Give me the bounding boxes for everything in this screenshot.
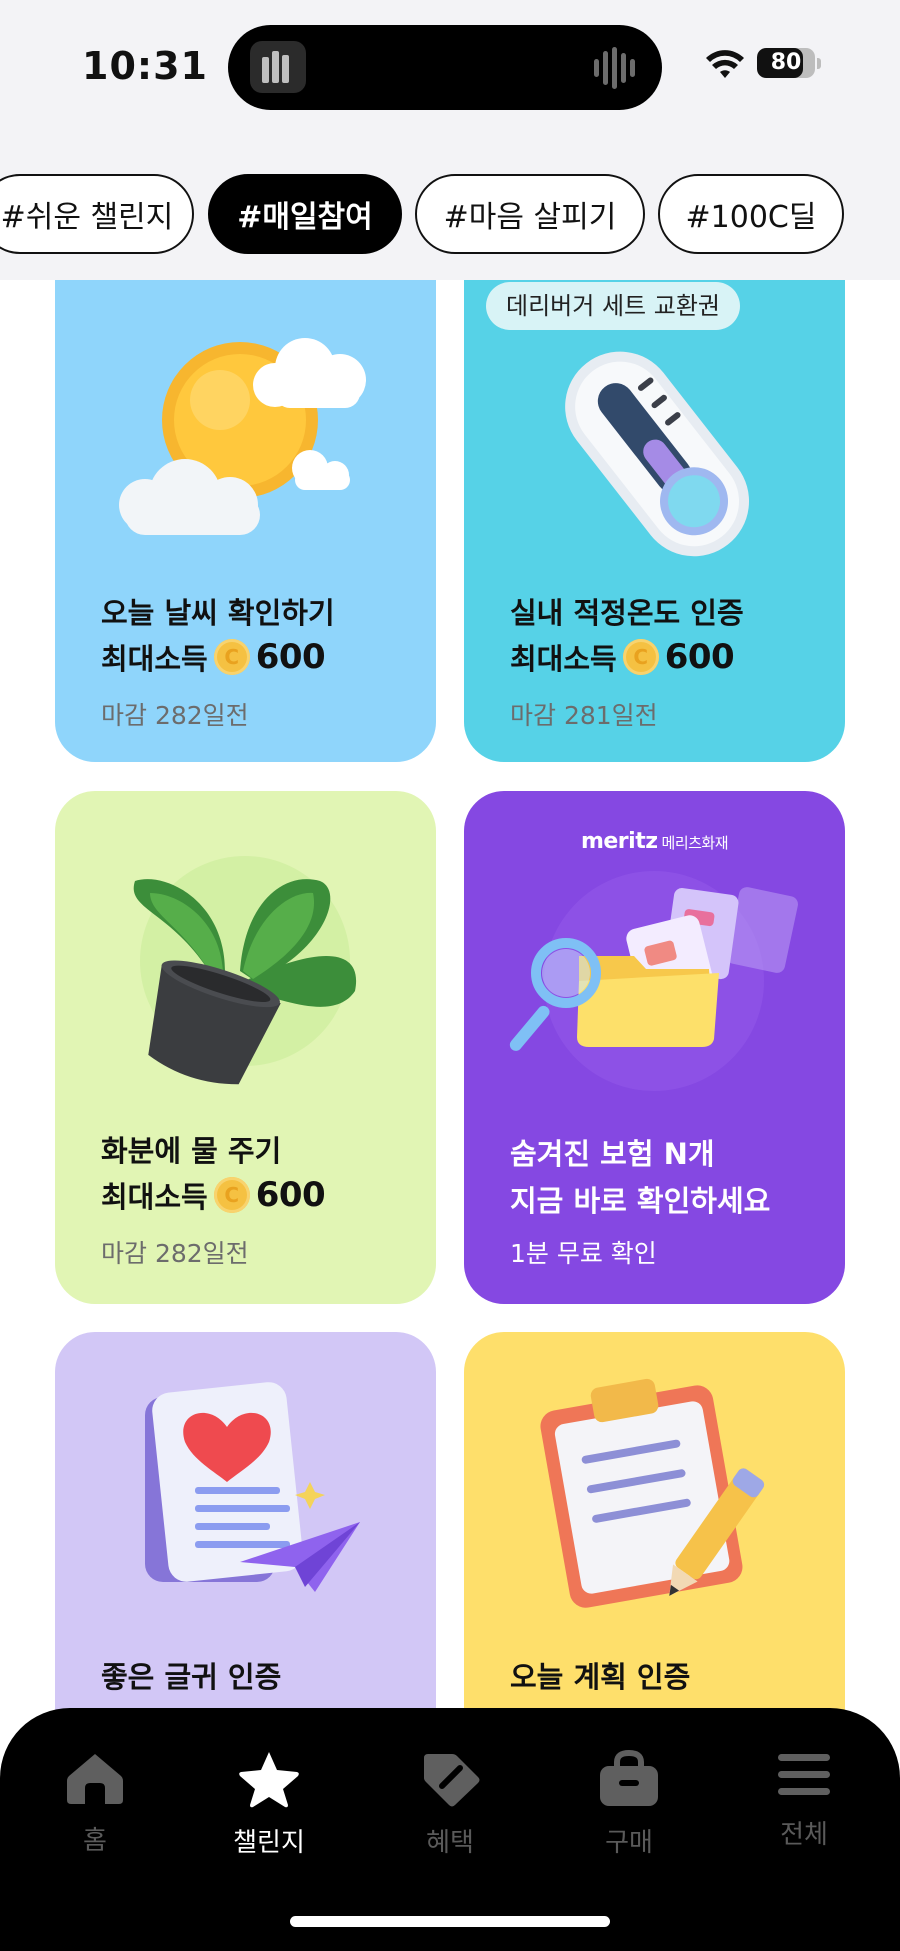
nav-all[interactable]: 전체 (734, 1750, 874, 1860)
card-deadline: 마감 281일전 (510, 701, 658, 730)
tag-easy-challenge[interactable]: #쉬운 챌린지 (0, 174, 194, 254)
reward-label: 최대소득 (510, 642, 617, 676)
star-icon (239, 1752, 299, 1808)
clipboard-pencil-icon (540, 1378, 765, 1608)
reward-amount: 600 (664, 637, 735, 677)
tag-daily-participation[interactable]: #매일참여 (208, 174, 402, 254)
home-icon (67, 1754, 123, 1804)
ad-card-meritz[interactable]: meritz 메리츠화재 숨겨진 보험 N개 지금 바로 확인하세요 1분 무료 … (464, 791, 845, 1304)
tag-icon (424, 1754, 480, 1807)
nav-challenge-label: 챌린지 (233, 1828, 305, 1858)
card-reward: 최대소득 C 600 (510, 636, 735, 678)
nav-benefits[interactable]: 혜택 (380, 1750, 520, 1860)
potted-plant-icon (133, 856, 357, 1085)
card-title: 오늘 계획 인증 (510, 1660, 691, 1694)
meritz-logo: meritz 메리츠화재 (464, 829, 845, 854)
card-title: 좋은 글귀 인증 (101, 1660, 282, 1694)
nav-challenge[interactable]: 챌린지 (199, 1750, 339, 1860)
challenge-grid: 오늘 날씨 확인하기 최대소득 C 600 마감 282일전 데리버거 세트 교… (0, 280, 900, 1710)
folder-search-icon (509, 871, 798, 1091)
wifi-icon (706, 50, 744, 78)
ad-subtitle: 1분 무료 확인 (510, 1239, 657, 1268)
challenge-card-thermometer[interactable]: 데리버거 세트 교환권 실내 적정온도 인증 최대소득 C 600 마감 281… (464, 280, 845, 762)
card-deadline: 마감 282일전 (101, 1239, 249, 1268)
dynamic-island[interactable] (228, 25, 662, 110)
brand-sub: 메리츠화재 (661, 834, 729, 852)
nav-benefits-label: 혜택 (426, 1828, 474, 1858)
challenge-card-plant[interactable]: 화분에 물 주기 최대소득 C 600 마감 282일전 (55, 791, 436, 1304)
status-time: 10:31 (82, 44, 208, 88)
nav-all-label: 전체 (780, 1820, 828, 1850)
battery-cap (817, 58, 821, 69)
brand-name: meritz (580, 829, 658, 854)
challenge-card-quote[interactable]: 좋은 글귀 인증 (55, 1332, 436, 1710)
bottom-navigation: 홈 챌린지 혜택 구매 전체 (0, 1708, 900, 1951)
home-indicator (290, 1916, 610, 1927)
card-title: 오늘 날씨 확인하기 (101, 596, 335, 630)
audio-waveform-icon (594, 47, 642, 89)
nav-purchase[interactable]: 구매 (559, 1750, 699, 1860)
reward-label: 최대소득 (101, 1180, 208, 1214)
card-reward: 최대소득 C 600 (101, 636, 326, 678)
nav-purchase-label: 구매 (605, 1828, 653, 1858)
menu-icon (778, 1754, 830, 1795)
challenge-card-plan[interactable]: 오늘 계획 인증 (464, 1332, 845, 1710)
tag-100c-deal[interactable]: #100C딜 (658, 174, 844, 254)
reward-amount: 600 (255, 1175, 326, 1215)
reward-badge: 데리버거 세트 교환권 (486, 282, 740, 330)
hashtag-filter-bar[interactable]: #쉬운 챌린지 #매일참여 #마음 살피기 #100C딜 (0, 130, 900, 280)
battery-icon: 80 (757, 48, 815, 78)
tag-mind-check[interactable]: #마음 살피기 (415, 174, 645, 254)
coin-icon: C (622, 639, 659, 675)
now-playing-app-icon (250, 41, 306, 93)
ad-title-line1: 숨겨진 보험 N개 (510, 1137, 715, 1171)
nav-home[interactable]: 홈 (25, 1750, 165, 1860)
nav-home-label: 홈 (83, 1826, 107, 1856)
reward-amount: 600 (255, 637, 326, 677)
ad-title-line2: 지금 바로 확인하세요 (510, 1184, 771, 1218)
bag-icon (600, 1750, 658, 1806)
battery-percent: 80 (770, 50, 802, 75)
challenge-card-weather[interactable]: 오늘 날씨 확인하기 최대소득 C 600 마감 282일전 (55, 280, 436, 762)
sun-cloud-icon (119, 338, 366, 535)
status-bar: 10:31 80 (0, 0, 900, 130)
card-reward: 최대소득 C 600 (101, 1174, 326, 1216)
card-title: 실내 적정온도 인증 (510, 596, 744, 630)
card-deadline: 마감 282일전 (101, 701, 249, 730)
coin-icon: C (213, 639, 250, 675)
thermometer-icon (565, 351, 750, 557)
letter-heart-icon (145, 1382, 360, 1592)
card-title: 화분에 물 주기 (101, 1134, 282, 1168)
coin-icon: C (213, 1177, 250, 1213)
reward-label: 최대소득 (101, 642, 208, 676)
